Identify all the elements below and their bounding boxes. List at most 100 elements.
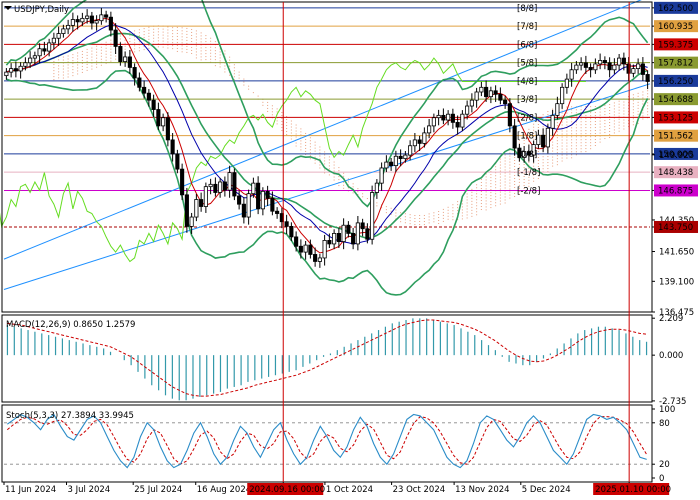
cloud-dot <box>599 132 601 134</box>
candle-body <box>180 168 185 196</box>
macd-pane[interactable]: MACD(12,26,9) 0.8650 1.2579 <box>1 314 653 403</box>
cloud-dot <box>609 103 611 105</box>
cloud-dot <box>157 28 159 30</box>
cloud-dot <box>138 35 140 37</box>
cloud-dot <box>96 57 98 59</box>
candle-body <box>474 91 479 101</box>
cloud-dot <box>181 36 183 38</box>
cloud-dot <box>124 39 126 41</box>
cloud-dot <box>200 47 202 49</box>
cloud-dot <box>167 38 169 40</box>
price-level-tag-text: 146.875 <box>658 186 693 196</box>
candle-body <box>184 194 189 227</box>
candle-body <box>113 29 118 47</box>
candle-body <box>218 181 223 193</box>
cloud-dot <box>618 100 620 102</box>
cloud-dot <box>571 148 573 150</box>
candle-body <box>42 48 47 52</box>
cloud-dot <box>86 66 88 68</box>
cloud-dot <box>115 55 117 57</box>
cloud-dot <box>599 111 601 113</box>
cloud-dot <box>566 124 568 126</box>
cloud-dot <box>62 77 64 79</box>
cloud-dot <box>314 159 316 161</box>
cloud-dot <box>457 210 459 212</box>
candle-body <box>341 224 346 242</box>
cloud-dot <box>376 205 378 207</box>
cloud-dot <box>490 177 492 179</box>
cloud-dot <box>613 120 615 122</box>
macd-tick-label: 0.000 <box>659 351 683 361</box>
candle-body <box>213 183 218 193</box>
cloud-dot <box>186 45 188 47</box>
stochastic-pane[interactable]: Stoch(5,3,3) 27.3894 33.9945 <box>1 404 653 483</box>
cloud-dot <box>309 146 311 148</box>
cloud-dot <box>210 37 212 39</box>
cloud-dot <box>509 167 511 169</box>
price-level-tag-text: 160.935 <box>658 22 693 32</box>
cloud-dot <box>485 194 487 196</box>
cloud-dot <box>552 150 554 152</box>
cloud-dot <box>552 156 554 158</box>
cloud-dot <box>504 202 506 204</box>
cloud-dot <box>338 170 340 172</box>
cloud-dot <box>556 158 558 160</box>
candle-body <box>246 193 251 218</box>
cloud-dot <box>585 139 587 141</box>
cloud-dot <box>138 32 140 34</box>
cloud-dot <box>100 64 102 66</box>
cloud-dot <box>72 72 74 74</box>
cloud-dot <box>642 91 644 93</box>
cloud-dot <box>181 48 183 50</box>
cloud-dot <box>571 139 573 141</box>
cloud-dot <box>504 187 506 189</box>
cloud-dot <box>219 54 221 56</box>
cloud-dot <box>580 151 582 153</box>
cloud-dot <box>618 115 620 117</box>
candle-body <box>317 257 322 262</box>
cloud-dot <box>604 129 606 131</box>
candle-body <box>308 244 313 255</box>
cloud-dot <box>176 35 178 37</box>
cloud-dot <box>186 42 188 44</box>
cloud-dot <box>575 133 577 135</box>
cloud-dot <box>404 222 406 224</box>
cloud-dot <box>604 132 606 134</box>
cloud-dot <box>191 46 193 48</box>
macd-label: MACD(12,26,9) 0.8650 1.2579 <box>6 320 135 330</box>
cloud-dot <box>423 220 425 222</box>
murrey-level-label: [8/8] <box>517 4 537 14</box>
cloud-dot <box>452 204 454 206</box>
price-pane[interactable]: [8/8] [7/8] [6/8] [5/8] [4/8] [3/8] [2/8] [1/8]… <box>0 0 653 313</box>
candle-body <box>598 60 603 65</box>
candle-body <box>408 145 413 156</box>
cloud-dot <box>561 145 563 147</box>
cloud-dot <box>442 208 444 210</box>
cloud-dot <box>309 140 311 142</box>
candle-body <box>332 233 337 245</box>
cloud-dot <box>205 53 207 55</box>
cloud-dot <box>328 159 330 161</box>
cloud-dot <box>580 148 582 150</box>
cloud-dot <box>286 125 288 127</box>
candle-body <box>541 134 546 148</box>
candle-body <box>441 114 446 121</box>
cloud-dot <box>281 115 283 117</box>
cloud-dot <box>86 57 88 59</box>
cloud-dot <box>205 50 207 52</box>
cloud-dot <box>314 150 316 152</box>
cloud-dot <box>495 175 497 177</box>
cloud-dot <box>585 130 587 132</box>
cloud-dot <box>499 203 501 205</box>
cloud-dot <box>200 41 202 43</box>
cloud-dot <box>62 74 64 76</box>
time-tick-label: 1 Oct 2024 <box>326 485 373 495</box>
candle-body <box>232 172 237 197</box>
cloud-dot <box>409 220 411 222</box>
trading-chart[interactable]: [8/8] [7/8] [6/8] [5/8] [4/8] [3/8] [2/8] [1/8]… <box>0 0 700 500</box>
cloud-dot <box>62 59 64 61</box>
cloud-dot <box>96 63 98 65</box>
cloud-dot <box>110 57 112 59</box>
cloud-dot <box>575 154 577 156</box>
cloud-dot <box>134 39 136 41</box>
